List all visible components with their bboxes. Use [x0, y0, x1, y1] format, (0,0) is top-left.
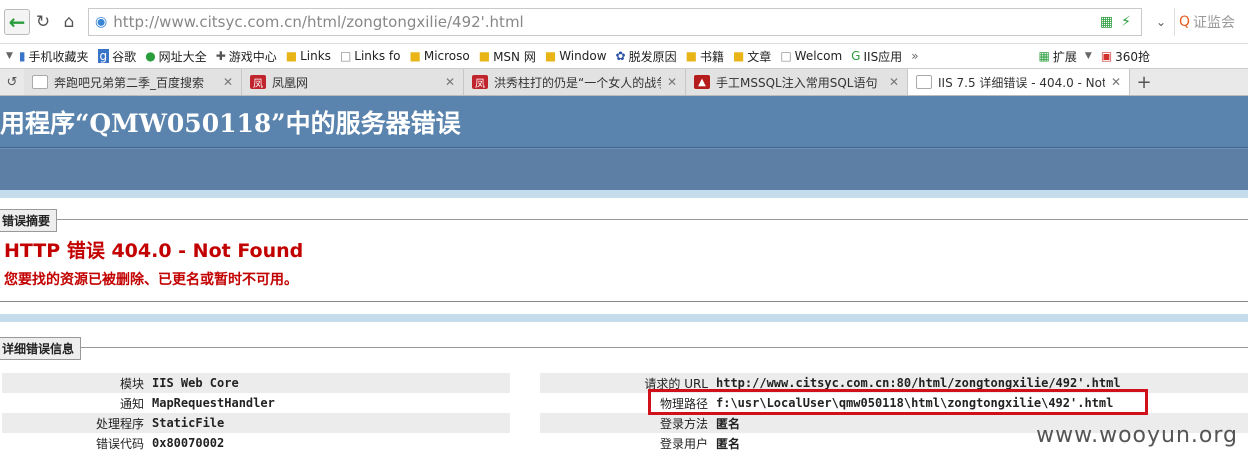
restore-tab-icon[interactable]: ↺ [0, 75, 24, 90]
site-icon: ▲ [694, 75, 710, 89]
reload-icon[interactable]: ↻ [30, 9, 56, 35]
bookmark-item[interactable]: ✚ 游戏中心 [216, 48, 277, 65]
detail-section-header: 详细错误信息 [0, 334, 1248, 360]
header-subbar [0, 148, 1248, 190]
bookmark-item[interactable]: ■ Window [545, 49, 607, 63]
bookmark-item[interactable]: ✿ 脱发原因 [616, 48, 677, 65]
folder-icon: ■ [409, 49, 421, 63]
bookmark-item[interactable]: ■ MSN 网 [479, 48, 536, 65]
chevron-down-icon[interactable]: ⌄ [1148, 9, 1174, 35]
folder-icon: ■ [478, 49, 491, 63]
divider [0, 301, 1248, 302]
bookmark-item[interactable]: ■ 书籍 [686, 48, 724, 65]
folder-icon: ■ [285, 49, 298, 63]
left-detail-table: 模块 IIS Web Core 通知 MapRequestHandler 处理程序 S… [2, 373, 510, 453]
tab-mssql[interactable]: ▲ 手工MSSQL注入常用SQL语句 ✕ [686, 69, 908, 95]
error-message: 您要找的资源已被删除、已更名或暂时不可用。 [4, 272, 298, 288]
tab-ifeng[interactable]: 凤 凤凰网 ✕ [242, 69, 464, 95]
tab-baidu[interactable]: 奔跑吧兄弟第二季_百度搜索 ✕ [24, 69, 242, 95]
summary-label: 错误摘要 [0, 209, 58, 232]
bookmark-more[interactable]: » [911, 49, 918, 63]
paw-icon: ✿ [615, 49, 626, 63]
bookmark-item[interactable]: ▣ 360抢 [1101, 48, 1150, 65]
page-title: 用程序“QMW050118”中的服务器错误 [0, 108, 461, 138]
bookmark-item[interactable]: g 谷歌 [97, 48, 136, 65]
page-icon: □ [780, 49, 792, 63]
folder-icon: ■ [544, 49, 557, 63]
page-icon: □ [339, 49, 352, 63]
extensions-menu[interactable]: ▦ 扩展 ▼ [1039, 48, 1092, 65]
close-icon[interactable]: ✕ [1111, 75, 1121, 89]
close-icon[interactable]: ✕ [223, 75, 233, 89]
detail-label: 详细错误信息 [0, 337, 82, 360]
table-row: 模块 IIS Web Core [2, 373, 510, 393]
divider-band [0, 314, 1248, 322]
page-icon [916, 75, 932, 89]
ifeng-icon: 凤 [472, 75, 488, 90]
error-title: HTTP 错误 404.0 - Not Found [4, 240, 304, 262]
close-icon[interactable]: ✕ [445, 75, 455, 89]
iis-icon: G [851, 49, 861, 63]
close-icon[interactable]: ✕ [667, 75, 677, 89]
new-tab-icon[interactable]: + [1130, 72, 1158, 93]
search-placeholder: 证监会 [1193, 14, 1236, 31]
bookmark-toggle-icon[interactable]: ▼ [6, 51, 13, 61]
bookmark-item[interactable]: □ Links fo [340, 49, 401, 63]
lightning-icon[interactable]: ⚡ [1121, 14, 1131, 30]
divider-band [0, 190, 1248, 198]
grid-icon[interactable]: ▦ [1100, 14, 1113, 30]
close-icon[interactable]: ✕ [889, 75, 899, 89]
watermark: www.wooyun.org [1036, 423, 1238, 448]
site-nav-icon: ● [145, 49, 156, 63]
home-icon[interactable]: ⌂ [56, 9, 82, 35]
url-input[interactable] [113, 12, 1096, 31]
extension-icon: ▦ [1038, 49, 1050, 63]
tab-strip: ↺ 奔跑吧兄弟第二季_百度搜索 ✕ 凤 凤凰网 ✕ 凤 洪秀柱打的仍是“一个女人的战… [0, 68, 1248, 96]
bookmark-item[interactable]: ■ 文章 [733, 48, 771, 65]
globe-icon: ◉ [95, 13, 108, 30]
gift-icon: ▣ [1100, 49, 1113, 63]
back-arrow-icon[interactable]: ← [4, 8, 30, 35]
chevron-down-icon: ▼ [1084, 51, 1092, 61]
bookmarks-bar: ▼ ▮ 手机收藏夹 g 谷歌 ● 网址大全 ✚ 游戏中心 ■ Links □ Links f… [0, 44, 1248, 68]
folder-icon: ■ [732, 49, 745, 63]
bookmark-item[interactable]: G IIS应用 [851, 48, 902, 65]
phone-icon: ▮ [18, 49, 26, 63]
table-row: 通知 MapRequestHandler [119, 396, 275, 411]
ifeng-icon: 凤 [250, 75, 266, 90]
table-row: 错误代码 0x80070002 [95, 436, 225, 451]
table-row: 处理程序 StaticFile [2, 413, 510, 433]
gamepad-icon: ✚ [215, 49, 226, 63]
page-header: 用程序“QMW050118”中的服务器错误 [0, 96, 1248, 148]
summary-section-header: 错误摘要 [0, 206, 1248, 232]
bookmark-item[interactable]: □ Welcom [780, 49, 842, 63]
tab-news[interactable]: 凤 洪秀柱打的仍是“一个女人的战争 ✕ [464, 69, 686, 95]
google-icon: g [97, 49, 110, 63]
bookmark-item[interactable]: ■ Microso [410, 49, 470, 63]
bookmark-item[interactable]: ▮ 手机收藏夹 [19, 48, 89, 65]
search-icon: Q [1179, 13, 1191, 30]
page-icon [32, 75, 48, 89]
folder-icon: ■ [685, 49, 697, 63]
highlight-box [648, 389, 1148, 415]
tab-iis-error[interactable]: IIS 7.5 详细错误 - 404.0 - Not Found✕ [908, 69, 1130, 95]
url-box[interactable]: ◉ ▦ ⚡ [88, 7, 1142, 36]
search-box[interactable]: Q 证监会 [1174, 7, 1244, 36]
bookmark-item[interactable]: ● 网址大全 [145, 48, 207, 65]
address-bar: ← ↻ ⌂ ◉ ▦ ⚡ ⌄ Q 证监会 [0, 0, 1248, 44]
bookmark-item[interactable]: ■ Links [286, 49, 331, 63]
